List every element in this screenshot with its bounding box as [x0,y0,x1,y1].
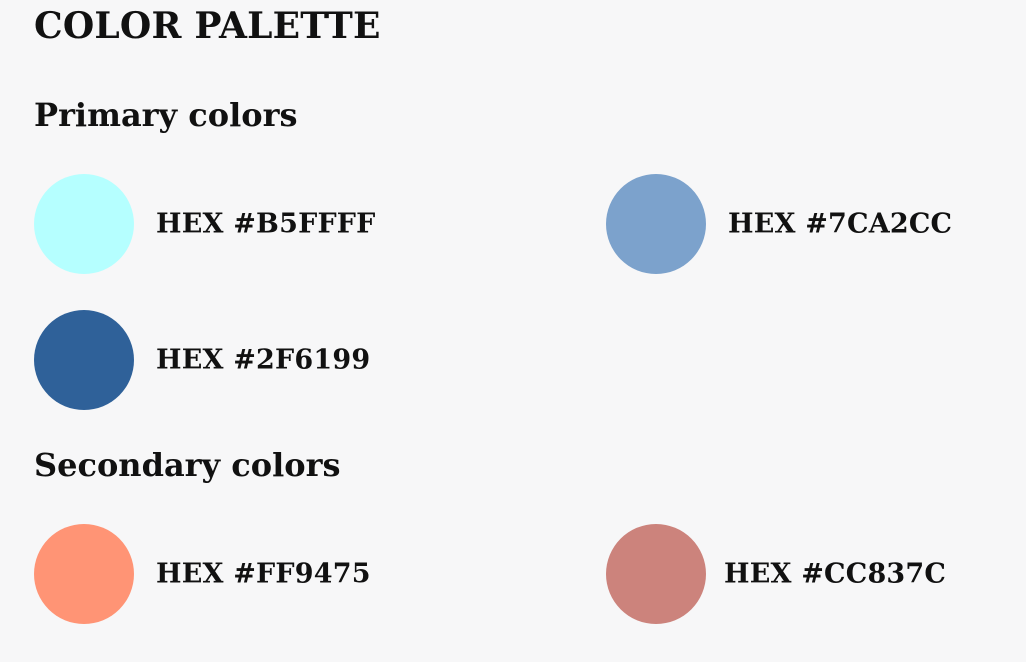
secondary-color-swatch-2: HEX #CC837C [606,524,1026,624]
color-palette-page: COLOR PALETTE Primary colors HEX #B5FFFF… [34,0,994,662]
color-circle [34,310,134,410]
color-circle [34,524,134,624]
secondary-color-swatch-1: HEX #FF9475 [34,524,454,624]
primary-color-swatch-1: HEX #B5FFFF [34,174,454,274]
hex-label: HEX #B5FFFF [156,208,376,240]
hex-label: HEX #FF9475 [156,558,371,590]
hex-label: HEX #7CA2CC [728,208,953,240]
hex-label: HEX #CC837C [724,558,947,590]
color-circle [34,174,134,274]
color-circle [606,174,706,274]
page-title: COLOR PALETTE [34,5,381,47]
primary-color-swatch-3: HEX #2F6199 [34,310,454,410]
primary-color-swatch-2: HEX #7CA2CC [606,174,1026,274]
color-circle [606,524,706,624]
primary-colors-heading: Primary colors [34,96,298,134]
hex-label: HEX #2F6199 [156,344,371,376]
secondary-colors-heading: Secondary colors [34,446,341,484]
